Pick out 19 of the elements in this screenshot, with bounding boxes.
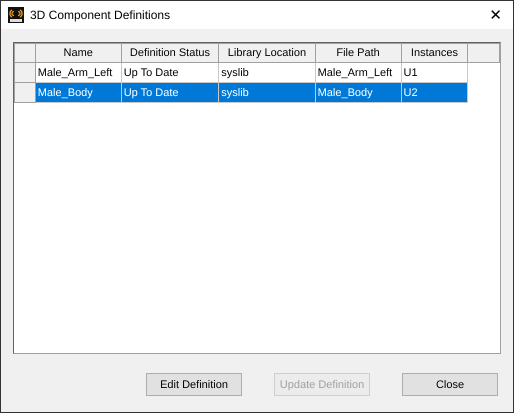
app-icon [8,7,24,23]
column-header: File Path [315,44,402,62]
column-header: Instances [401,44,468,62]
column-header: Name [35,44,122,62]
dialog-button[interactable]: Close [402,373,498,396]
table-cell: syslib [218,82,316,102]
table-cell: Male_Body [35,82,122,102]
dialog-button[interactable]: Edit Definition [146,373,242,396]
row-header[interactable] [14,82,36,102]
window-title: 3D Component Definitions [30,8,172,22]
table-cell: Up To Date [121,82,219,102]
row-header [14,44,36,62]
row-header[interactable] [14,62,36,82]
close-button[interactable]: ✕ [489,6,502,24]
column-header: Definition Status [121,44,219,62]
column-header [468,44,500,62]
table-cell: U2 [401,82,468,102]
table-cell: Male_Body [315,82,402,102]
column-header: Library Location [218,44,316,62]
